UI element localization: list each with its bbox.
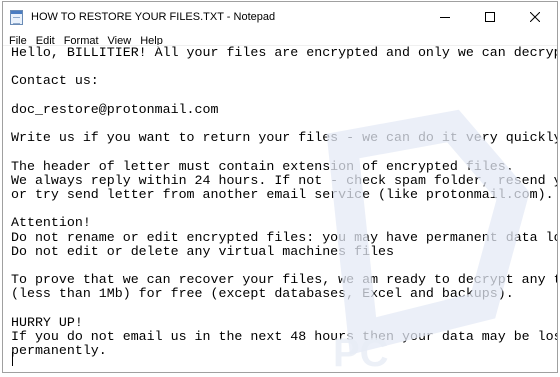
text-line: doc_restore@protonmail.com <box>11 101 219 117</box>
text-line: or try send letter from another email se… <box>11 187 554 203</box>
maximize-button[interactable] <box>467 2 512 32</box>
window-title: HOW TO RESTORE YOUR FILES.TXT - Notepad <box>31 11 276 23</box>
text-line: Write us if you want to return your file… <box>11 130 557 146</box>
minimize-icon <box>439 17 450 18</box>
text-line: If you do not email us in the next 48 ho… <box>11 329 557 345</box>
text-line: To prove that we can recover your files,… <box>11 272 557 288</box>
maximize-icon <box>484 12 495 22</box>
close-button[interactable] <box>512 2 557 32</box>
notepad-window: HOW TO RESTORE YOUR FILES.TXT - Notepad … <box>2 1 558 373</box>
title-bar[interactable]: HOW TO RESTORE YOUR FILES.TXT - Notepad <box>3 2 557 32</box>
text-line: HURRY UP! <box>11 314 83 330</box>
text-line: We always reply within 24 hours. If not … <box>11 172 557 188</box>
text-line: (less than 1Mb) for free (except databas… <box>11 286 514 302</box>
text-line: Do not rename or edit encrypted files: y… <box>11 229 557 245</box>
document-text[interactable]: Hello, BILLITIER! All your files are enc… <box>3 46 557 358</box>
text-line: Attention! <box>11 215 91 231</box>
minimize-button[interactable] <box>422 2 467 32</box>
text-line: Contact us: <box>11 73 99 89</box>
window-controls <box>422 2 557 32</box>
text-line: Do not edit or delete any virtual machin… <box>11 243 395 259</box>
text-editor-area[interactable]: PC Hello, BILLITIER! All your files are … <box>3 45 557 372</box>
text-caret <box>12 352 13 366</box>
text-line: permanently. <box>11 343 107 359</box>
text-line: Hello, BILLITIER! All your files are enc… <box>11 45 557 60</box>
text-line: The header of letter must contain extens… <box>11 158 514 174</box>
close-icon <box>529 12 540 22</box>
notepad-icon[interactable] <box>10 9 23 25</box>
